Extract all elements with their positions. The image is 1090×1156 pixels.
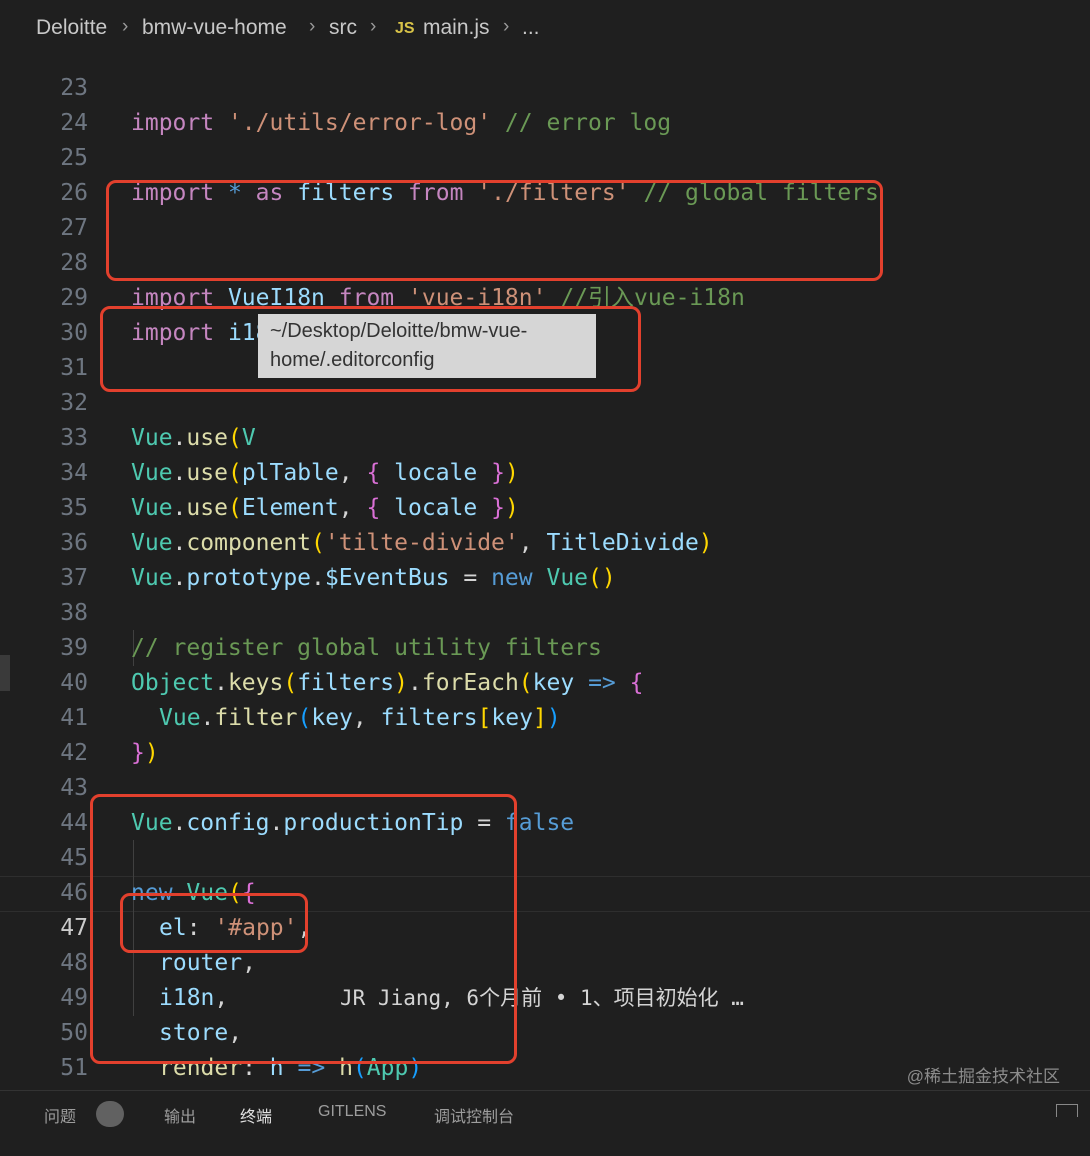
code-line[interactable]: 39 Object.keys(filters).forEach(key => {	[0, 596, 1090, 696]
panel-tab-bar: 问题 输出 终端 GITLENS 调试控制台	[0, 1090, 1090, 1127]
breadcrumb: Deloitte › bmw-vue-home › src › JS main.…	[0, 0, 1090, 56]
tab-gitlens[interactable]: GITLENS	[318, 1103, 386, 1121]
breadcrumb-item-src[interactable]: src	[329, 16, 357, 40]
breadcrumb-item-symbols[interactable]: ...	[522, 16, 540, 40]
code-line[interactable]: 24	[0, 71, 1090, 136]
highlight-box-imports	[106, 180, 883, 281]
chevron-right-icon: ›	[309, 16, 316, 37]
code-line[interactable]: 38 // register global utility filters	[0, 561, 1090, 661]
tab-problems[interactable]: 问题	[44, 1103, 76, 1127]
tooltip-line-2: home/.editorconfig	[270, 349, 435, 371]
tab-terminal[interactable]: 终端	[240, 1103, 272, 1127]
tooltip-line-1: ~/Desktop/Deloitte/bmw-vue-	[270, 320, 528, 342]
code-line[interactable]: 36 Vue.prototype.$EventBus = new Vue()	[0, 491, 1090, 591]
tab-debug-console[interactable]: 调试控制台	[434, 1103, 514, 1127]
chevron-right-icon: ›	[503, 16, 510, 37]
code-line[interactable]: 25 import * as filters from './filters' …	[0, 106, 1090, 206]
code-line[interactable]: 43 Vue.config.productionTip = false	[0, 736, 1090, 836]
breadcrumb-item-project[interactable]: bmw-vue-home	[142, 16, 287, 40]
javascript-file-icon: JS	[395, 20, 415, 37]
watermark: @稀土掘金技术社区	[906, 1067, 1060, 1086]
breadcrumb-item-deloitte[interactable]: Deloitte	[36, 16, 107, 40]
code-line[interactable]: 34 Vue.use(Element, { locale })	[0, 421, 1090, 521]
code-line[interactable]: 41 })	[0, 666, 1090, 766]
path-tooltip: ~/Desktop/Deloitte/bmw-vue- home/.editor…	[258, 314, 596, 378]
chevron-right-icon: ›	[122, 16, 129, 37]
code-line[interactable]: 37	[0, 526, 1090, 591]
code-line[interactable]: 40 Vue.filter(key, filters[key])	[0, 631, 1090, 731]
maximize-panel-icon[interactable]	[1056, 1104, 1078, 1117]
code-line[interactable]: 42	[0, 701, 1090, 766]
code-line[interactable]: 35 Vue.component('tilte-divide', TitleDi…	[0, 456, 1090, 556]
chevron-right-icon: ›	[370, 16, 377, 37]
code-line[interactable]: 26	[0, 141, 1090, 206]
highlight-box-i18n	[120, 893, 308, 953]
breadcrumb-item-file[interactable]: main.js	[423, 16, 490, 40]
tab-output[interactable]: 输出	[164, 1103, 196, 1127]
problems-count-badge	[96, 1101, 124, 1127]
